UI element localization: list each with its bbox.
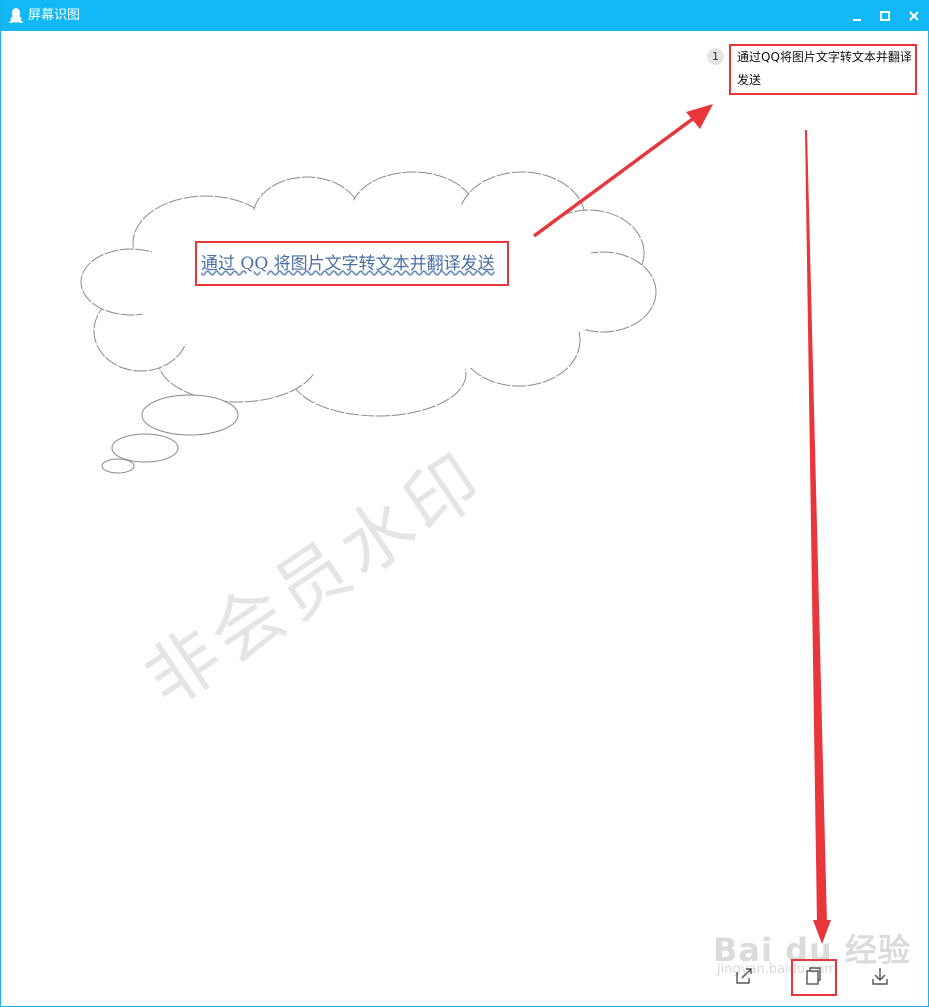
thought-bubbles <box>101 394 239 474</box>
close-button[interactable] <box>904 6 924 26</box>
download-icon <box>870 966 890 990</box>
arrow-to-copy <box>805 130 831 944</box>
minimize-button[interactable] <box>847 6 867 26</box>
qq-penguin-icon <box>9 7 23 23</box>
title-bar[interactable]: 屏幕识图 <box>1 0 929 31</box>
minimize-icon <box>851 7 863 26</box>
share-button[interactable] <box>732 966 756 990</box>
share-icon <box>734 966 754 990</box>
copy-icon <box>802 966 822 990</box>
result-index-badge: 1 <box>707 48 724 65</box>
copy-button[interactable] <box>800 966 824 990</box>
screen-recognition-window: 屏幕识图 非会员水印 通过 QQ 将图片文字转文本并翻译发送 1 通过QQ将图片… <box>0 0 929 1007</box>
download-button[interactable] <box>868 966 892 990</box>
cloud-text: 通过 QQ 将图片文字转文本并翻译发送 <box>201 254 495 274</box>
maximize-button[interactable] <box>875 6 895 26</box>
arrow-to-result <box>532 104 713 238</box>
result-text[interactable]: 通过QQ将图片文字转文本并翻译发送 <box>737 46 915 92</box>
thought-cloud <box>80 171 657 417</box>
maximize-icon <box>879 7 891 26</box>
close-icon <box>908 7 920 26</box>
window-title: 屏幕识图 <box>28 8 81 23</box>
member-watermark: 非会员水印 <box>129 435 501 723</box>
